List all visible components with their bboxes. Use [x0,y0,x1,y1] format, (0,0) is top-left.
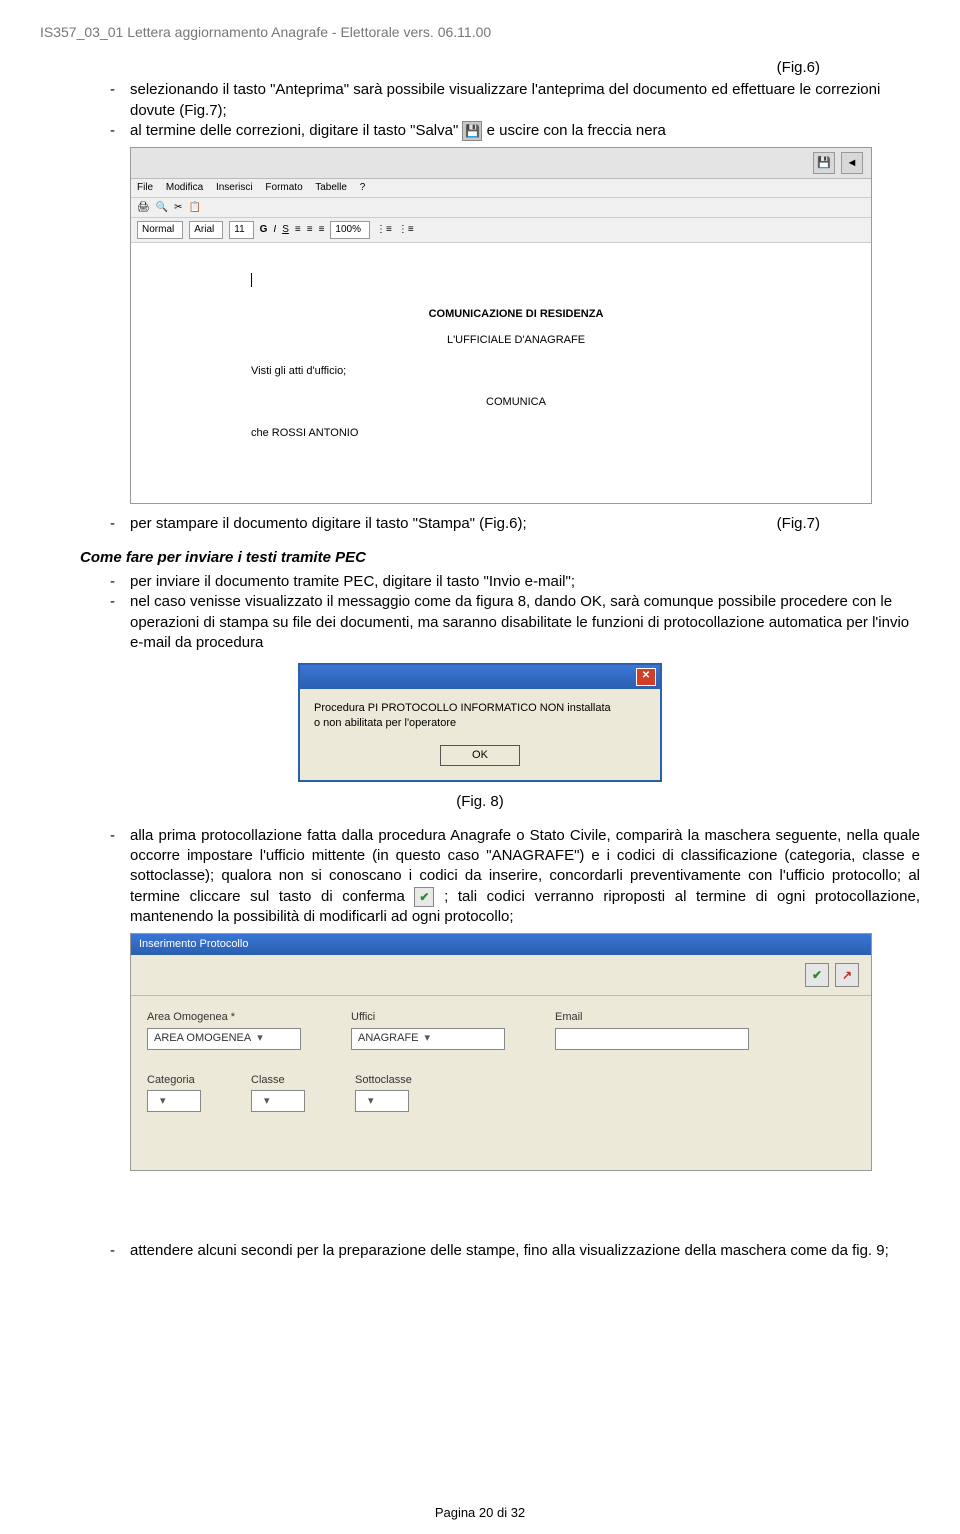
bullet-text: per stampare il documento digitare il ta… [130,514,777,534]
categoria-select [147,1090,201,1112]
fig8-label: (Fig. 8) [40,792,920,812]
bullet-dash: - [110,826,130,927]
protocol-title: Inserimento Protocollo [131,934,871,955]
bullet-text: selezionando il tasto "Anteprima" sarà p… [130,80,920,121]
fig6-label: (Fig.6) [40,58,920,78]
toolbar-save-icon: 💾 [813,152,835,174]
protocol-form-screenshot: Inserimento Protocollo ✔ ↗ Area Omogenea… [130,933,872,1171]
confirm-icon: ✔ [414,887,434,907]
fig7-label: (Fig.7) [777,514,920,534]
uffici-label: Uffici [351,1010,505,1025]
save-icon: 💾 [462,121,482,141]
bullet-text: nel caso venisse visualizzato il messagg… [130,592,920,653]
editor-toolbar-format: Normal Arial 11 G I S ≡≡≡ 100% ⋮≡⋮≡ [131,218,871,243]
error-dialog: ✕ Procedura PI PROTOCOLLO INFORMATICO NO… [298,663,662,782]
bullet-dash: - [110,592,130,653]
area-label: Area Omogenea * [147,1010,301,1025]
classe-select [251,1090,305,1112]
area-select: AREA OMOGENEA [147,1028,301,1050]
bullet-text: attendere alcuni secondi per la preparaz… [130,1241,920,1261]
editor-menu: File Modifica Inserisci Formato Tabelle … [131,179,871,198]
dialog-line1: Procedura PI PROTOCOLLO INFORMATICO NON … [314,701,646,716]
editor-document-area: COMUNICAZIONE DI RESIDENZA L'UFFICIALE D… [131,243,871,503]
text-fragment: al termine delle correzioni, digitare il… [130,122,462,139]
toolbar-back-icon: ◄ [841,152,863,174]
bullet-dash: - [110,1241,130,1261]
uffici-select: ANAGRAFE [351,1028,505,1050]
editor-toolbar-icons: 🖨🔍✂📋 [131,198,871,219]
bullet-text: per inviare il documento tramite PEC, di… [130,572,920,592]
dialog-line2: o non abilitata per l'operatore [314,716,646,731]
bullet-dash: - [110,80,130,121]
bullet-text: al termine delle correzioni, digitare il… [130,121,920,141]
document-header: IS357_03_01 Lettera aggiornamento Anagra… [40,24,920,40]
bullet-dash: - [110,572,130,592]
text-fragment: e uscire con la freccia nera [487,122,666,139]
classe-label: Classe [251,1073,305,1088]
exit-icon: ↗ [835,963,859,987]
sottoclasse-select [355,1090,409,1112]
ok-button: OK [440,745,520,766]
email-label: Email [555,1010,749,1025]
sottoclasse-label: Sottoclasse [355,1073,412,1088]
bullet-dash: - [110,121,130,141]
categoria-label: Categoria [147,1073,201,1088]
editor-screenshot: 💾 ◄ File Modifica Inserisci Formato Tabe… [130,147,872,504]
confirm-icon: ✔ [805,963,829,987]
bullet-text: alla prima protocollazione fatta dalla p… [130,826,920,927]
close-icon: ✕ [636,668,656,686]
pec-heading: Come fare per inviare i testi tramite PE… [80,548,920,568]
email-input [555,1028,749,1050]
page-footer: Pagina 20 di 32 [0,1505,960,1520]
bullet-dash: - [110,514,130,534]
